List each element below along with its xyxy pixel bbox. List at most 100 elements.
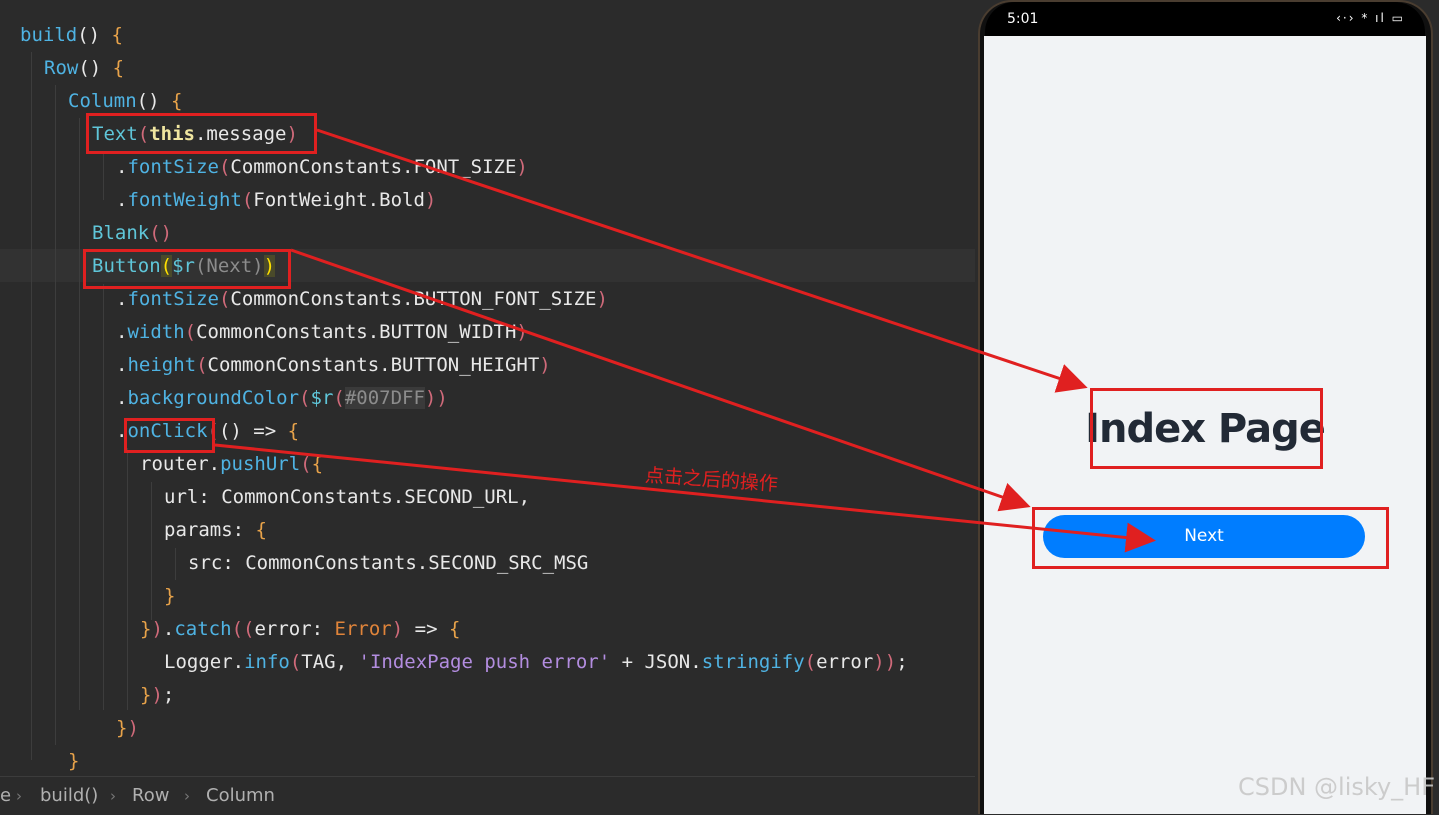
code-line[interactable]: Blank() <box>92 217 172 250</box>
breadcrumb-item-column[interactable]: Column <box>206 777 275 815</box>
annotation-box-title <box>1090 388 1323 469</box>
code-line[interactable]: } <box>68 745 79 776</box>
code-token: ) <box>151 618 163 640</box>
annotation-box-text <box>86 113 317 154</box>
code-line[interactable]: params: { <box>164 514 267 547</box>
code-token: } <box>140 684 152 706</box>
code-token: { <box>111 24 123 46</box>
code-line[interactable]: .fontSize(CommonConstants.FONT_SIZE) <box>116 151 528 184</box>
code-token: catch <box>174 618 232 640</box>
code-token: fontSize <box>127 156 219 178</box>
code-token: . <box>116 354 128 376</box>
code-token: )) <box>424 387 448 409</box>
code-token: router. <box>140 453 221 475</box>
code-token: ) <box>127 717 139 739</box>
code-token: ( <box>196 354 208 376</box>
code-token: CommonConstants.BUTTON_WIDTH <box>196 321 517 343</box>
code-token: { <box>448 618 461 640</box>
code-token: src: CommonConstants.SECOND_SRC_MSG <box>188 552 589 574</box>
code-token: CommonConstants.FONT_SIZE <box>230 156 517 178</box>
code-token: ( <box>289 651 302 673</box>
code-token: error: <box>254 618 335 640</box>
code-token: + JSON. <box>610 651 702 673</box>
phone-status-bar: 5:01 ‹·› * ıl ▭ <box>985 2 1425 38</box>
status-clock: 5:01 <box>1007 11 1039 27</box>
code-token: ( <box>299 387 311 409</box>
code-token: info <box>244 651 290 673</box>
code-token: ( <box>300 453 312 475</box>
code-token: ; <box>896 651 908 673</box>
annotation-box-next-button <box>1032 507 1389 569</box>
code-token: . <box>116 387 128 409</box>
indent-guide <box>55 85 56 745</box>
indent-guide <box>31 52 32 760</box>
code-token: => <box>403 618 449 640</box>
code-token: . <box>162 618 175 640</box>
breadcrumb-item-build[interactable]: build() <box>40 777 98 815</box>
breadcrumb-item-file[interactable]: e <box>0 777 11 815</box>
code-token: pushUrl <box>220 453 301 475</box>
code-token: Logger. <box>164 651 245 673</box>
code-token: stringify <box>701 651 805 673</box>
breadcrumb-item-row[interactable]: Row <box>132 777 169 815</box>
code-line[interactable]: Logger.info(TAG, 'IndexPage push error' … <box>164 646 908 679</box>
code-token: Error <box>334 618 392 640</box>
code-line[interactable]: } <box>164 580 175 613</box>
code-line[interactable]: .fontWeight(FontWeight.Bold) <box>116 184 436 217</box>
code-token: 'IndexPage push error' <box>358 651 611 673</box>
code-token: error <box>816 651 874 673</box>
code-token: ( <box>241 189 254 211</box>
code-token: (( <box>231 618 255 640</box>
code-token: { <box>287 420 300 442</box>
code-token: } <box>164 585 176 607</box>
code-token: ) <box>516 321 528 343</box>
code-token: FontWeight.Bold <box>253 189 425 211</box>
code-line[interactable]: build() { <box>20 19 123 52</box>
code-token: { <box>170 90 183 112</box>
code-token: ( <box>218 288 231 310</box>
code-token: params: <box>164 519 256 541</box>
code-token: . <box>116 156 128 178</box>
annotation-box-button <box>83 249 291 289</box>
code-token: CommonConstants.BUTTON_FONT_SIZE <box>230 288 597 310</box>
code-token: ; <box>162 684 175 706</box>
status-icons: ‹·› * ıl ▭ <box>1336 11 1405 25</box>
code-token: } <box>68 750 80 772</box>
code-token: . <box>116 321 128 343</box>
breadcrumb-separator: › <box>16 787 22 805</box>
indent-guide <box>79 118 80 710</box>
code-token: ) <box>596 288 608 310</box>
indent-guide <box>151 482 152 620</box>
code-line[interactable]: Row() { <box>44 52 124 85</box>
code-token: ) <box>539 354 551 376</box>
code-token: CommonConstants.BUTTON_HEIGHT <box>207 354 540 376</box>
code-token: fontWeight <box>127 189 242 211</box>
code-token: ) <box>516 156 528 178</box>
indent-guide <box>175 548 176 580</box>
code-token: () <box>78 57 113 79</box>
code-token: ( <box>804 651 817 673</box>
code-line[interactable]: .backgroundColor($r(#007DFF)) <box>116 382 448 415</box>
code-token: . <box>116 189 128 211</box>
code-token: Column <box>68 90 137 112</box>
code-line[interactable]: }).catch((error: Error) => { <box>140 613 460 646</box>
code-line[interactable]: }) <box>116 712 139 745</box>
code-line[interactable]: }); <box>140 679 174 712</box>
code-token: url: CommonConstants.SECOND_URL, <box>164 486 531 508</box>
code-token: fontSize <box>127 288 219 310</box>
code-line[interactable]: src: CommonConstants.SECOND_SRC_MSG <box>188 547 588 580</box>
breadcrumb-separator: › <box>184 787 190 805</box>
code-line[interactable]: .height(CommonConstants.BUTTON_HEIGHT) <box>116 349 551 382</box>
code-token: . <box>116 288 128 310</box>
code-token: $r <box>310 387 334 409</box>
code-line[interactable]: .width(CommonConstants.BUTTON_WIDTH) <box>116 316 528 349</box>
code-line[interactable]: url: CommonConstants.SECOND_URL, <box>164 481 530 514</box>
code-token: } <box>140 618 152 640</box>
code-token: ( <box>218 156 231 178</box>
code-token: backgroundColor <box>127 387 300 409</box>
indent-guide <box>127 448 128 710</box>
code-token: )) <box>873 651 897 673</box>
code-token: } <box>116 717 128 739</box>
breadcrumb-separator: › <box>110 787 116 805</box>
code-token: #007DFF <box>344 387 425 409</box>
